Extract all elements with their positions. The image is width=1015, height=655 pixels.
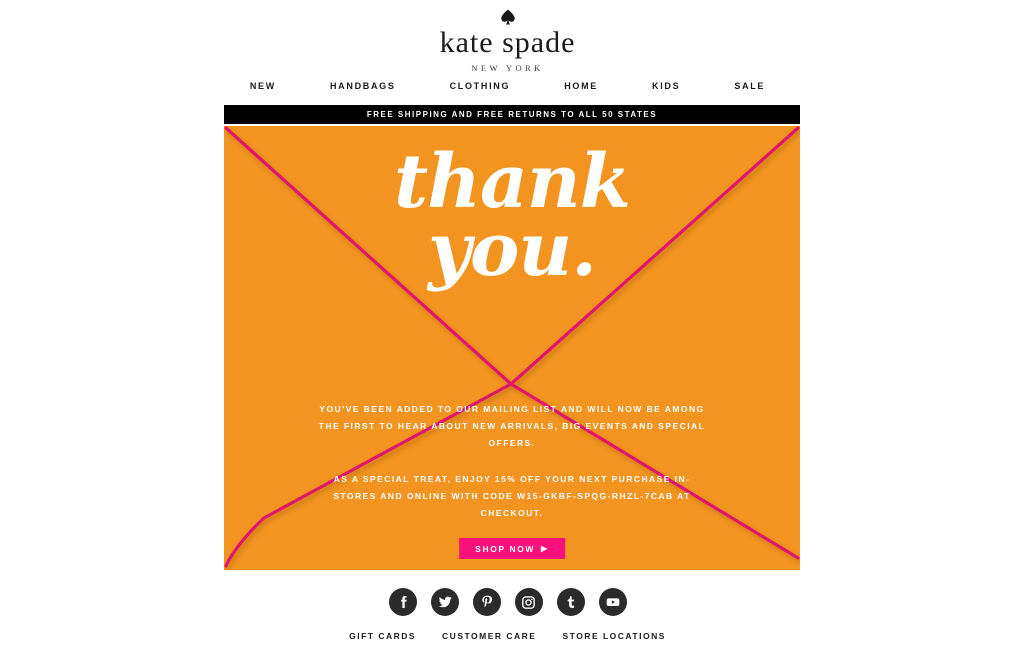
tumblr-glyph xyxy=(567,596,574,608)
nav-item-kids[interactable]: KIDS xyxy=(652,81,680,91)
social-links xyxy=(0,588,1015,616)
arrow-right-icon: ▶ xyxy=(541,543,549,553)
youtube-icon[interactable] xyxy=(598,588,627,616)
pinterest-icon[interactable] xyxy=(472,588,501,616)
brand-name: kate spade xyxy=(439,26,576,59)
footer-links: GIFT CARDS CUSTOMER CARE STORE LOCATIONS xyxy=(0,631,1015,641)
shop-now-label: SHOP NOW xyxy=(475,543,536,554)
hero-copy: YOU'VE BEEN ADDED TO OUR MAILING LIST AN… xyxy=(312,401,712,522)
brand-sub: NEW YORK xyxy=(471,63,544,73)
instagram-glyph xyxy=(522,595,535,609)
youtube-glyph xyxy=(606,598,619,606)
nav-item-clothing[interactable]: CLOTHING xyxy=(450,81,511,91)
spade-icon xyxy=(500,9,515,25)
facebook-icon[interactable] xyxy=(388,588,417,616)
nav-item-home[interactable]: HOME xyxy=(564,81,598,91)
footer-link-customer-care[interactable]: CUSTOMER CARE xyxy=(442,631,536,641)
twitter-icon[interactable] xyxy=(430,588,459,616)
footer-link-gift-cards[interactable]: GIFT CARDS xyxy=(349,631,416,641)
nav-item-sale[interactable]: SALE xyxy=(734,81,765,91)
hero-envelope: thank you. YOU'VE BEEN ADDED TO OUR MAIL… xyxy=(224,126,800,570)
email-page: kate spade NEW YORK NEW HANDBAGS CLOTHIN… xyxy=(0,0,1015,655)
twitter-glyph xyxy=(438,596,452,608)
shipping-promo-banner: FREE SHIPPING AND FREE RETURNS TO ALL 50… xyxy=(224,105,800,124)
hero-paragraph-1: YOU'VE BEEN ADDED TO OUR MAILING LIST AN… xyxy=(318,404,706,448)
main-navigation: NEW HANDBAGS CLOTHING HOME KIDS SALE xyxy=(0,81,1015,91)
nav-item-handbags[interactable]: HANDBAGS xyxy=(330,81,396,91)
hero-paragraph-2: AS A SPECIAL TREAT, ENJOY 15% OFF YOUR N… xyxy=(333,474,691,518)
tumblr-icon[interactable] xyxy=(556,588,585,616)
brand-logo[interactable]: kate spade NEW YORK xyxy=(0,8,1015,73)
instagram-icon[interactable] xyxy=(514,588,543,616)
nav-item-new[interactable]: NEW xyxy=(250,81,276,91)
pinterest-glyph xyxy=(481,595,492,608)
shop-now-button[interactable]: SHOP NOW ▶ xyxy=(459,538,565,559)
footer-link-store-locations[interactable]: STORE LOCATIONS xyxy=(562,631,665,641)
facebook-glyph xyxy=(400,596,407,608)
